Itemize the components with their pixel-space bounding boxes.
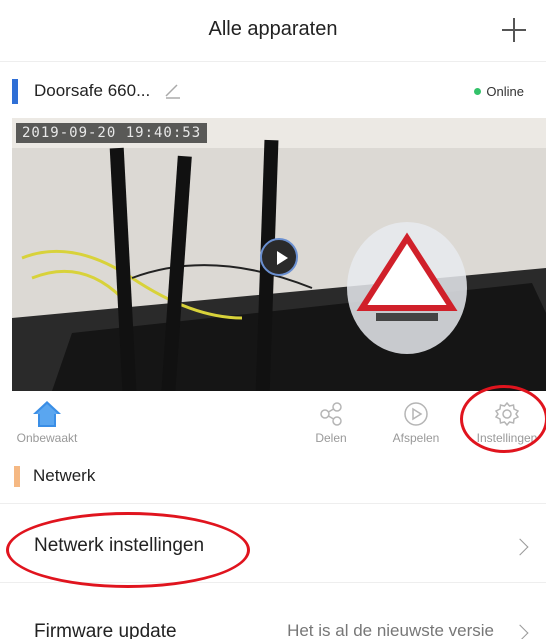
status-badge: Online <box>474 84 524 99</box>
status-text: Online <box>486 84 524 99</box>
instellingen-button[interactable]: Instellingen <box>468 400 546 445</box>
instellingen-label: Instellingen <box>476 431 538 445</box>
onbewaakt-label: Onbewaakt <box>16 431 78 445</box>
afspelen-button[interactable]: Afspelen <box>386 400 446 445</box>
rename-device-button[interactable] <box>163 80 183 100</box>
status-dot <box>474 88 482 95</box>
section-title: Netwerk <box>33 466 96 485</box>
netwerk-instellingen-row[interactable]: Netwerk instellingen <box>0 503 546 583</box>
home-shield-icon <box>33 401 61 427</box>
playback-icon <box>404 402 428 426</box>
app-header: Alle apparaten <box>0 0 546 62</box>
device-accent-bar <box>12 79 18 104</box>
delen-button[interactable]: Delen <box>308 400 354 445</box>
onbewaakt-button[interactable]: Onbewaakt <box>12 400 82 445</box>
gear-icon <box>494 401 520 427</box>
device-name: Doorsafe 660... <box>34 81 151 100</box>
camera-preview[interactable]: 2019-09-20 19:40:53 <box>12 118 546 391</box>
add-device-button[interactable] <box>496 12 532 48</box>
section-accent-bar <box>14 466 20 487</box>
pencil-icon <box>165 84 180 99</box>
row-label: Firmware update <box>34 621 177 639</box>
video-timestamp: 2019-09-20 19:40:53 <box>16 123 208 143</box>
chevron-right-icon <box>511 538 529 556</box>
row-label: Netwerk instellingen <box>34 535 205 556</box>
share-icon <box>320 402 342 426</box>
row-value: Het is al de nieuwste versie <box>287 621 494 639</box>
afspelen-label: Afspelen <box>392 431 440 445</box>
action-bar: Onbewaakt Delen Afspelen Instellingen <box>0 392 546 454</box>
chevron-right-icon <box>511 624 529 639</box>
delen-label: Delen <box>315 431 347 445</box>
page-title: Alle apparaten <box>208 18 338 40</box>
play-button[interactable] <box>260 238 298 276</box>
firmware-update-row[interactable]: Firmware update Het is al de nieuwste ve… <box>0 585 546 639</box>
section-header-netwerk: Netwerk <box>0 456 546 496</box>
device-bar: Doorsafe 660... Online <box>0 66 546 116</box>
